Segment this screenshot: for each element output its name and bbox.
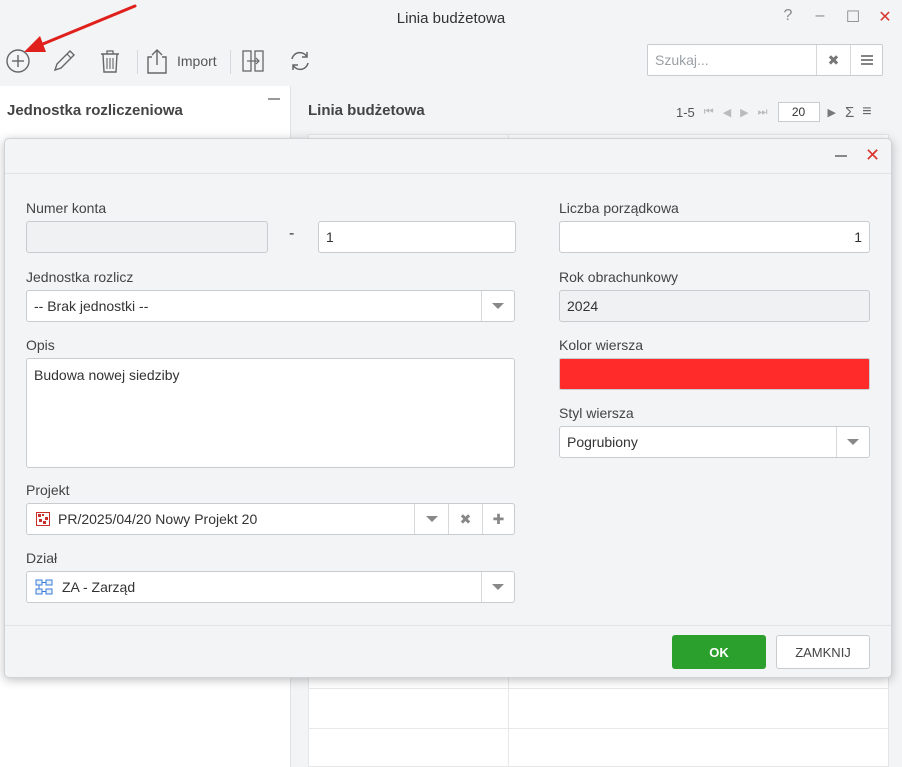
row-style-select-value: Pogrubiony xyxy=(567,434,638,450)
first-page-icon[interactable]: ⏮ xyxy=(704,106,714,119)
toolbar-divider xyxy=(230,50,231,74)
dialog-footer-divider xyxy=(5,625,891,626)
plus-circle-icon xyxy=(6,49,30,73)
ordinal-label: Liczba porządkowa xyxy=(559,200,679,216)
project-select[interactable]: PR/2025/04/20 Nowy Projekt 20 ✖ ✚ xyxy=(26,503,515,535)
import-button[interactable]: Import xyxy=(145,44,217,78)
org-chart-icon xyxy=(35,579,53,595)
search-input[interactable] xyxy=(648,45,816,75)
row-color-label: Kolor wiersza xyxy=(559,337,644,353)
chevron-down-icon[interactable] xyxy=(836,427,869,457)
prev-page-icon[interactable]: ◀ xyxy=(723,106,731,119)
pager-range: 1-5 xyxy=(676,104,695,120)
help-button[interactable]: ? xyxy=(779,7,797,25)
trash-icon xyxy=(101,50,119,73)
unit-select-value: -- Brak jednostki -- xyxy=(34,298,149,314)
page-size-arrow-icon[interactable]: ▶ xyxy=(828,106,836,119)
toolbar-divider xyxy=(137,50,138,74)
window-title: Linia budżetowa xyxy=(396,10,506,27)
account-number-field[interactable]: 1 xyxy=(318,221,516,253)
department-select-value: ZA - Zarząd xyxy=(62,579,136,595)
last-page-icon[interactable]: ⏭ xyxy=(758,106,768,119)
title-bar: Linia budżetowa ? – ☐ ✕ xyxy=(0,0,902,38)
department-label: Dział xyxy=(26,550,58,566)
grid-row-divider xyxy=(309,688,888,689)
refresh-icon xyxy=(291,51,309,71)
add-button[interactable] xyxy=(5,44,31,78)
dialog-close-icon[interactable]: ✕ xyxy=(865,145,880,166)
fiscal-year-label: Rok obrachunkowy xyxy=(559,269,679,285)
left-panel-title: Jednostka rozliczeniowa xyxy=(7,102,183,119)
row-color-picker[interactable] xyxy=(559,358,870,390)
chevron-down-icon[interactable] xyxy=(481,572,514,602)
search-menu-button[interactable] xyxy=(850,45,882,75)
project-add-button[interactable]: ✚ xyxy=(482,504,514,534)
ordinal-field[interactable]: 1 xyxy=(559,221,870,253)
account-dash: - xyxy=(289,225,295,242)
next-page-icon[interactable]: ▶ xyxy=(740,106,748,119)
minimize-button[interactable]: – xyxy=(811,7,829,25)
import-label: Import xyxy=(177,53,217,69)
project-label: Projekt xyxy=(26,482,70,498)
department-select[interactable]: ZA - Zarząd xyxy=(26,571,515,603)
project-icon xyxy=(36,512,50,526)
pager: 1-5 ⏮ ◀ ▶ ⏭ 20 ▶ Σ ≡ xyxy=(676,102,872,122)
pencil-icon xyxy=(53,50,75,72)
page-size-input[interactable]: 20 xyxy=(777,102,820,122)
search-clear-button[interactable]: ✖ xyxy=(816,45,850,75)
grid-row-divider xyxy=(309,728,888,729)
maximize-button[interactable]: ☐ xyxy=(844,7,862,27)
refresh-button[interactable] xyxy=(288,44,312,78)
split-columns-icon xyxy=(242,50,264,72)
project-select-value: PR/2025/04/20 Nowy Projekt 20 xyxy=(58,511,258,527)
close-button[interactable]: ZAMKNIJ xyxy=(776,635,870,669)
collapse-icon[interactable] xyxy=(268,98,280,100)
dialog-header: ✕ xyxy=(5,139,891,174)
row-style-select[interactable]: Pogrubiony xyxy=(559,426,870,458)
grid-menu-icon[interactable]: ≡ xyxy=(862,103,871,121)
description-label: Opis xyxy=(26,337,55,353)
split-button[interactable] xyxy=(240,44,266,78)
fiscal-year-field[interactable]: 2024 xyxy=(559,290,870,322)
row-style-label: Styl wiersza xyxy=(559,405,634,421)
edit-dialog: ✕ Numer konta - 1 Jednostka rozlicz -- B… xyxy=(4,138,892,678)
sum-icon[interactable]: Σ xyxy=(845,104,854,121)
description-textarea[interactable]: Budowa nowej siedziby xyxy=(26,358,515,468)
ok-button[interactable]: OK xyxy=(672,635,766,669)
chevron-down-icon[interactable] xyxy=(414,504,448,534)
unit-label: Jednostka rozlicz xyxy=(26,269,134,285)
chevron-down-icon[interactable] xyxy=(481,291,514,321)
upload-icon xyxy=(147,49,167,74)
account-prefix-field[interactable] xyxy=(26,221,268,253)
window-close-button[interactable]: ✕ xyxy=(876,7,894,27)
account-number-label: Numer konta xyxy=(26,200,107,216)
project-clear-button[interactable]: ✖ xyxy=(448,504,482,534)
right-panel-title: Linia budżetowa xyxy=(308,102,425,119)
unit-select[interactable]: -- Brak jednostki -- xyxy=(26,290,515,322)
edit-button[interactable] xyxy=(50,44,78,78)
search-box: ✖ xyxy=(647,44,883,76)
delete-button[interactable] xyxy=(96,44,124,78)
dialog-minimize-icon[interactable] xyxy=(835,155,847,157)
hamburger-icon xyxy=(860,55,873,65)
